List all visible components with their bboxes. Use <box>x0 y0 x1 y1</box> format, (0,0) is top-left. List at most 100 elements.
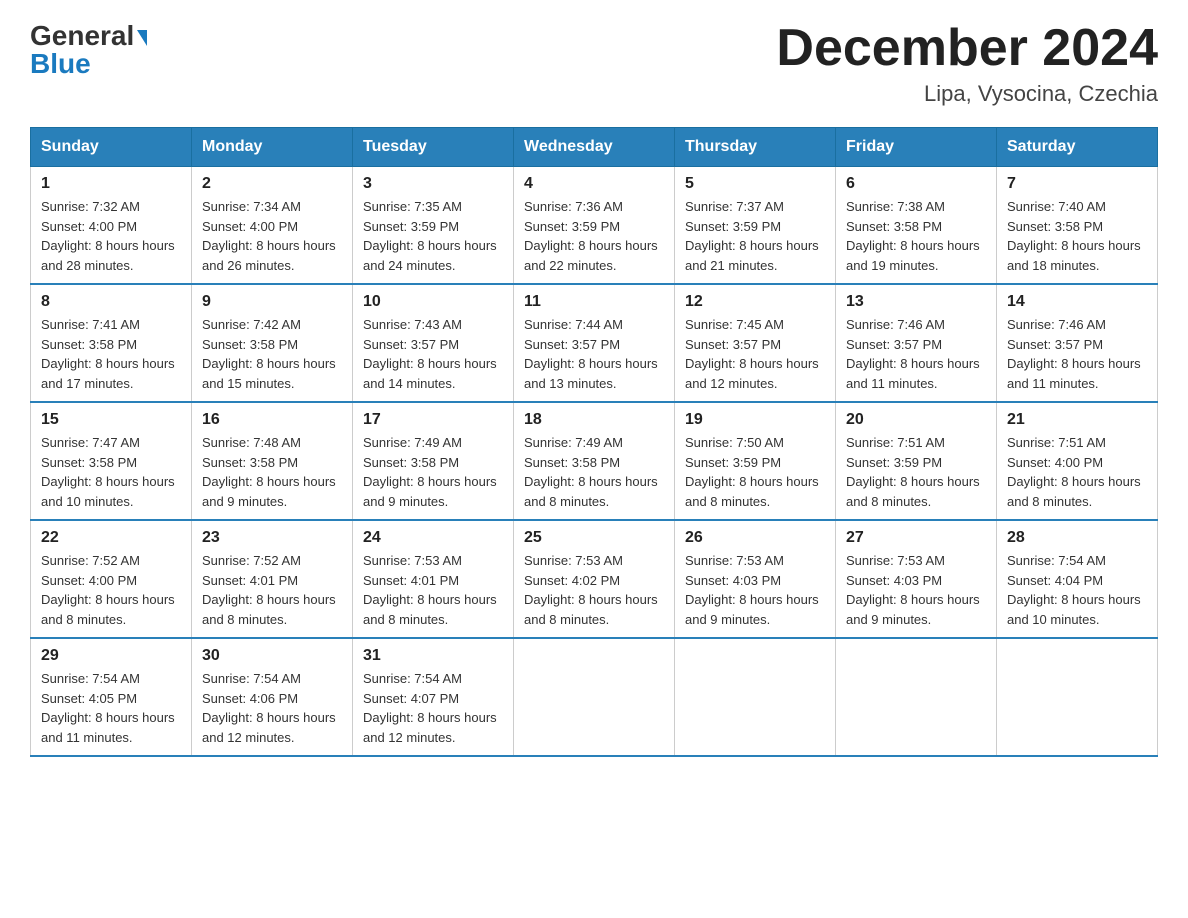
day-number: 3 <box>363 175 503 193</box>
table-row: 1 Sunrise: 7:32 AMSunset: 4:00 PMDayligh… <box>31 167 192 285</box>
day-info: Sunrise: 7:36 AMSunset: 3:59 PMDaylight:… <box>524 199 658 273</box>
day-number: 18 <box>524 411 664 429</box>
table-row: 18 Sunrise: 7:49 AMSunset: 3:58 PMDaylig… <box>514 402 675 520</box>
day-info: Sunrise: 7:35 AMSunset: 3:59 PMDaylight:… <box>363 199 497 273</box>
table-row: 29 Sunrise: 7:54 AMSunset: 4:05 PMDaylig… <box>31 638 192 756</box>
calendar-week-row: 15 Sunrise: 7:47 AMSunset: 3:58 PMDaylig… <box>31 402 1158 520</box>
logo-blue-text: Blue <box>30 48 91 80</box>
table-row: 19 Sunrise: 7:50 AMSunset: 3:59 PMDaylig… <box>675 402 836 520</box>
day-number: 29 <box>41 647 181 665</box>
day-info: Sunrise: 7:34 AMSunset: 4:00 PMDaylight:… <box>202 199 336 273</box>
table-row: 8 Sunrise: 7:41 AMSunset: 3:58 PMDayligh… <box>31 284 192 402</box>
table-row: 7 Sunrise: 7:40 AMSunset: 3:58 PMDayligh… <box>997 167 1158 285</box>
day-number: 15 <box>41 411 181 429</box>
day-number: 20 <box>846 411 986 429</box>
month-title: December 2024 <box>776 20 1158 77</box>
calendar-week-row: 22 Sunrise: 7:52 AMSunset: 4:00 PMDaylig… <box>31 520 1158 638</box>
table-row: 30 Sunrise: 7:54 AMSunset: 4:06 PMDaylig… <box>192 638 353 756</box>
day-info: Sunrise: 7:42 AMSunset: 3:58 PMDaylight:… <box>202 317 336 391</box>
table-row <box>514 638 675 756</box>
table-row: 2 Sunrise: 7:34 AMSunset: 4:00 PMDayligh… <box>192 167 353 285</box>
table-row: 21 Sunrise: 7:51 AMSunset: 4:00 PMDaylig… <box>997 402 1158 520</box>
day-number: 12 <box>685 293 825 311</box>
day-info: Sunrise: 7:46 AMSunset: 3:57 PMDaylight:… <box>1007 317 1141 391</box>
table-row: 10 Sunrise: 7:43 AMSunset: 3:57 PMDaylig… <box>353 284 514 402</box>
day-info: Sunrise: 7:48 AMSunset: 3:58 PMDaylight:… <box>202 435 336 509</box>
table-row: 20 Sunrise: 7:51 AMSunset: 3:59 PMDaylig… <box>836 402 997 520</box>
day-number: 16 <box>202 411 342 429</box>
table-row: 3 Sunrise: 7:35 AMSunset: 3:59 PMDayligh… <box>353 167 514 285</box>
page-header: General Blue December 2024 Lipa, Vysocin… <box>30 20 1158 107</box>
day-info: Sunrise: 7:37 AMSunset: 3:59 PMDaylight:… <box>685 199 819 273</box>
table-row: 5 Sunrise: 7:37 AMSunset: 3:59 PMDayligh… <box>675 167 836 285</box>
table-row: 26 Sunrise: 7:53 AMSunset: 4:03 PMDaylig… <box>675 520 836 638</box>
day-info: Sunrise: 7:40 AMSunset: 3:58 PMDaylight:… <box>1007 199 1141 273</box>
calendar-week-row: 1 Sunrise: 7:32 AMSunset: 4:00 PMDayligh… <box>31 167 1158 285</box>
logo: General Blue <box>30 20 147 80</box>
day-info: Sunrise: 7:32 AMSunset: 4:00 PMDaylight:… <box>41 199 175 273</box>
table-row <box>997 638 1158 756</box>
day-number: 6 <box>846 175 986 193</box>
calendar-table: Sunday Monday Tuesday Wednesday Thursday… <box>30 127 1158 757</box>
day-number: 8 <box>41 293 181 311</box>
table-row: 13 Sunrise: 7:46 AMSunset: 3:57 PMDaylig… <box>836 284 997 402</box>
header-saturday: Saturday <box>997 128 1158 167</box>
day-info: Sunrise: 7:53 AMSunset: 4:02 PMDaylight:… <box>524 553 658 627</box>
day-info: Sunrise: 7:46 AMSunset: 3:57 PMDaylight:… <box>846 317 980 391</box>
day-number: 10 <box>363 293 503 311</box>
day-info: Sunrise: 7:54 AMSunset: 4:06 PMDaylight:… <box>202 671 336 745</box>
table-row: 24 Sunrise: 7:53 AMSunset: 4:01 PMDaylig… <box>353 520 514 638</box>
table-row: 11 Sunrise: 7:44 AMSunset: 3:57 PMDaylig… <box>514 284 675 402</box>
day-number: 19 <box>685 411 825 429</box>
day-info: Sunrise: 7:50 AMSunset: 3:59 PMDaylight:… <box>685 435 819 509</box>
day-number: 4 <box>524 175 664 193</box>
title-area: December 2024 Lipa, Vysocina, Czechia <box>776 20 1158 107</box>
table-row: 25 Sunrise: 7:53 AMSunset: 4:02 PMDaylig… <box>514 520 675 638</box>
table-row: 9 Sunrise: 7:42 AMSunset: 3:58 PMDayligh… <box>192 284 353 402</box>
table-row: 6 Sunrise: 7:38 AMSunset: 3:58 PMDayligh… <box>836 167 997 285</box>
header-friday: Friday <box>836 128 997 167</box>
day-info: Sunrise: 7:51 AMSunset: 4:00 PMDaylight:… <box>1007 435 1141 509</box>
table-row: 28 Sunrise: 7:54 AMSunset: 4:04 PMDaylig… <box>997 520 1158 638</box>
calendar-week-row: 29 Sunrise: 7:54 AMSunset: 4:05 PMDaylig… <box>31 638 1158 756</box>
table-row: 12 Sunrise: 7:45 AMSunset: 3:57 PMDaylig… <box>675 284 836 402</box>
day-info: Sunrise: 7:41 AMSunset: 3:58 PMDaylight:… <box>41 317 175 391</box>
header-thursday: Thursday <box>675 128 836 167</box>
day-info: Sunrise: 7:54 AMSunset: 4:04 PMDaylight:… <box>1007 553 1141 627</box>
table-row <box>836 638 997 756</box>
table-row: 27 Sunrise: 7:53 AMSunset: 4:03 PMDaylig… <box>836 520 997 638</box>
day-info: Sunrise: 7:53 AMSunset: 4:03 PMDaylight:… <box>685 553 819 627</box>
day-info: Sunrise: 7:45 AMSunset: 3:57 PMDaylight:… <box>685 317 819 391</box>
day-info: Sunrise: 7:54 AMSunset: 4:05 PMDaylight:… <box>41 671 175 745</box>
day-number: 24 <box>363 529 503 547</box>
day-number: 31 <box>363 647 503 665</box>
header-monday: Monday <box>192 128 353 167</box>
table-row: 17 Sunrise: 7:49 AMSunset: 3:58 PMDaylig… <box>353 402 514 520</box>
day-info: Sunrise: 7:53 AMSunset: 4:03 PMDaylight:… <box>846 553 980 627</box>
table-row: 22 Sunrise: 7:52 AMSunset: 4:00 PMDaylig… <box>31 520 192 638</box>
day-number: 7 <box>1007 175 1147 193</box>
table-row: 31 Sunrise: 7:54 AMSunset: 4:07 PMDaylig… <box>353 638 514 756</box>
header-wednesday: Wednesday <box>514 128 675 167</box>
calendar-week-row: 8 Sunrise: 7:41 AMSunset: 3:58 PMDayligh… <box>31 284 1158 402</box>
day-info: Sunrise: 7:44 AMSunset: 3:57 PMDaylight:… <box>524 317 658 391</box>
calendar-header-row: Sunday Monday Tuesday Wednesday Thursday… <box>31 128 1158 167</box>
day-info: Sunrise: 7:51 AMSunset: 3:59 PMDaylight:… <box>846 435 980 509</box>
day-info: Sunrise: 7:47 AMSunset: 3:58 PMDaylight:… <box>41 435 175 509</box>
day-number: 17 <box>363 411 503 429</box>
day-number: 2 <box>202 175 342 193</box>
table-row: 4 Sunrise: 7:36 AMSunset: 3:59 PMDayligh… <box>514 167 675 285</box>
day-info: Sunrise: 7:54 AMSunset: 4:07 PMDaylight:… <box>363 671 497 745</box>
header-sunday: Sunday <box>31 128 192 167</box>
day-number: 1 <box>41 175 181 193</box>
table-row: 16 Sunrise: 7:48 AMSunset: 3:58 PMDaylig… <box>192 402 353 520</box>
day-number: 22 <box>41 529 181 547</box>
day-info: Sunrise: 7:43 AMSunset: 3:57 PMDaylight:… <box>363 317 497 391</box>
day-number: 26 <box>685 529 825 547</box>
day-number: 27 <box>846 529 986 547</box>
day-info: Sunrise: 7:52 AMSunset: 4:00 PMDaylight:… <box>41 553 175 627</box>
day-number: 5 <box>685 175 825 193</box>
day-number: 30 <box>202 647 342 665</box>
day-number: 9 <box>202 293 342 311</box>
table-row: 15 Sunrise: 7:47 AMSunset: 3:58 PMDaylig… <box>31 402 192 520</box>
